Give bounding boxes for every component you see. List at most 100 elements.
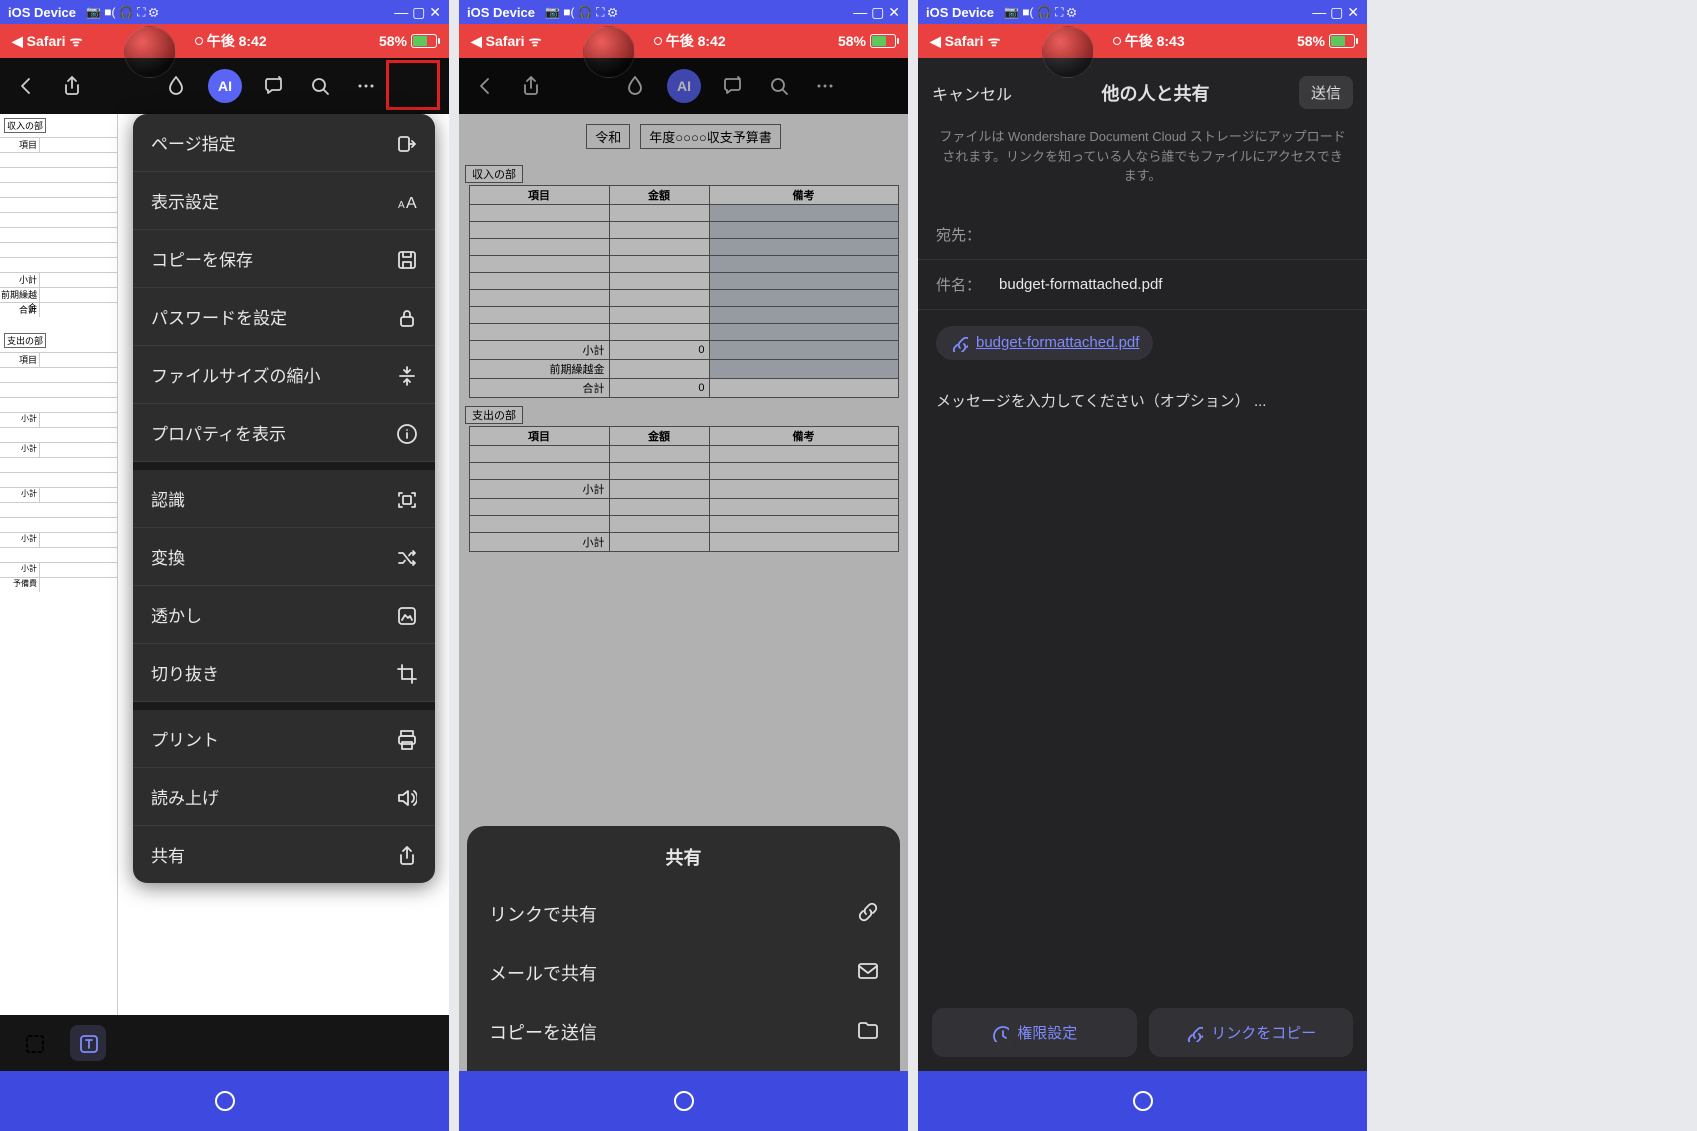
wifi-icon: ᯤ (988, 32, 1001, 51)
section-income: 収入の部 (465, 165, 523, 183)
perm-label: 権限設定 (1017, 1022, 1077, 1043)
menu-crop[interactable]: 切り抜き (133, 644, 435, 702)
document-peek: 収入の部 項目 小計 前期繰越金 合計 支出の部 項目 小計 小計 小計 小計 … (0, 114, 118, 1015)
to-label: 宛先： (936, 224, 981, 245)
comment-button[interactable] (719, 72, 747, 100)
back-to-app[interactable]: ◀ Safari (471, 33, 525, 50)
share-button[interactable] (58, 72, 86, 100)
more-button[interactable] (811, 72, 839, 100)
attached-file-link[interactable]: budget-formattached.pdf (936, 326, 1153, 360)
row-subtotal: 小計 (469, 533, 609, 552)
menu-display-settings[interactable]: 表示設定 (133, 172, 435, 230)
ios-status-bar: ◀ Safari ᯤ 午後 8:42 58% (0, 24, 449, 58)
screen-1: iOS Device 📷 ■( 🎧 ⛶ ⚙ — ▢ ✕ ◀ Safari ᯤ 午… (0, 0, 449, 1131)
home-button[interactable] (674, 1091, 694, 1111)
row-subtotal: 小計 (469, 480, 609, 499)
info-icon (395, 422, 417, 444)
save-icon (395, 248, 417, 270)
menu-read-aloud[interactable]: 読み上げ (133, 768, 435, 826)
menu-reduce-size[interactable]: ファイルサイズの縮小 (133, 346, 435, 404)
share-modal: キャンセル 他の人と共有 送信 ファイルは Wondershare Docume… (918, 58, 1367, 1071)
doc-title: 令和 年度○○○○収支予算書 (459, 114, 908, 159)
menu-label: 読み上げ (151, 784, 219, 809)
menu-recognize[interactable]: 認識 (133, 470, 435, 528)
folder-icon (856, 1018, 878, 1045)
tab-text[interactable] (70, 1025, 106, 1061)
highlight-more-button (386, 60, 440, 110)
window-controls[interactable]: — ▢ ✕ (394, 4, 441, 21)
menu-print[interactable]: プリント (133, 710, 435, 768)
menu-share[interactable]: 共有 (133, 826, 435, 883)
bottom-tab-bar (0, 1015, 449, 1071)
window-controls[interactable]: — ▢ ✕ (853, 4, 900, 21)
menu-page-spec[interactable]: ページ指定 (133, 114, 435, 172)
cancel-button[interactable]: キャンセル (932, 81, 1012, 105)
battery-pct: 58% (1297, 33, 1325, 49)
menu-show-props[interactable]: プロパティを表示 (133, 404, 435, 462)
back-to-app[interactable]: ◀ Safari (12, 33, 66, 50)
permission-button[interactable]: 権限設定 (932, 1008, 1137, 1057)
share-button[interactable] (517, 72, 545, 100)
share-mail[interactable]: メールで共有 (467, 943, 900, 1002)
scan-icon (395, 488, 417, 510)
ai-button[interactable]: AI (667, 69, 701, 103)
bottom-nav (459, 1071, 908, 1131)
row-subtotal: 小計 (0, 273, 40, 287)
share-send-copy[interactable]: コピーを送信 (467, 1002, 900, 1061)
tab-select[interactable] (16, 1025, 52, 1061)
section-expense: 支出の部 (465, 406, 523, 424)
recording-icon (195, 37, 203, 45)
send-button[interactable]: 送信 (1299, 76, 1353, 109)
back-button[interactable] (471, 72, 499, 100)
menu-convert[interactable]: 変換 (133, 528, 435, 586)
menu-label: パスワードを設定 (151, 304, 287, 329)
app-toolbar: AI (459, 58, 908, 114)
ai-button[interactable]: AI (208, 69, 242, 103)
home-button[interactable] (215, 1091, 235, 1111)
search-button[interactable] (306, 72, 334, 100)
menu-save-copy[interactable]: コピーを保存 (133, 230, 435, 288)
menu-set-password[interactable]: パスワードを設定 (133, 288, 435, 346)
battery-icon (1329, 34, 1355, 48)
message-input[interactable]: メッセージを入力してください（オプション） ... (918, 376, 1367, 425)
col-amount: 金額 (609, 186, 709, 205)
search-button[interactable] (765, 72, 793, 100)
menu-watermark[interactable]: 透かし (133, 586, 435, 644)
row-subtotal: 小計 (0, 533, 40, 547)
window-controls[interactable]: — ▢ ✕ (1312, 4, 1359, 21)
battery-icon (870, 34, 896, 48)
copy-link-button[interactable]: リンクをコピー (1149, 1008, 1354, 1057)
drop-button[interactable] (621, 72, 649, 100)
modal-title: 他の人と共有 (1102, 80, 1210, 106)
emulator-title: iOS Device (467, 5, 535, 20)
row-carryover: 前期繰越金 (469, 360, 609, 379)
drop-button[interactable] (162, 72, 190, 100)
menu-label: 透かし (151, 602, 202, 627)
row-subtotal: 小計 (0, 488, 40, 502)
row-carryover: 前期繰越金 (0, 288, 40, 302)
back-to-app[interactable]: ◀ Safari (930, 33, 984, 50)
share-mail-label: メールで共有 (489, 960, 597, 986)
lock-icon (395, 306, 417, 328)
menu-label: プロパティを表示 (151, 420, 286, 445)
home-button[interactable] (1133, 1091, 1153, 1111)
value-zero: 0 (609, 341, 709, 360)
more-button[interactable] (352, 72, 380, 100)
name-label: 件名： (936, 274, 981, 295)
share-link[interactable]: リンクで共有 (467, 884, 900, 943)
comment-button[interactable] (260, 72, 288, 100)
filename-value: budget-formattached.pdf (999, 276, 1162, 293)
emulator-icons: 📷 ■( 🎧 ⛶ ⚙ (1004, 5, 1077, 20)
to-field[interactable]: 宛先： (918, 210, 1367, 260)
col-amount: 金額 (609, 427, 709, 446)
shuffle-icon (395, 546, 417, 568)
menu-label: コピーを保存 (151, 246, 253, 271)
row-subtotal: 小計 (0, 563, 40, 577)
recording-icon (654, 37, 662, 45)
back-button[interactable] (12, 72, 40, 100)
title-main: 年度○○○○収支予算書 (640, 124, 780, 149)
row-reserve: 予備費 (0, 578, 40, 592)
menu-label: ページ指定 (151, 130, 236, 155)
aa-icon (395, 190, 417, 212)
menu-label: 認識 (151, 486, 185, 511)
